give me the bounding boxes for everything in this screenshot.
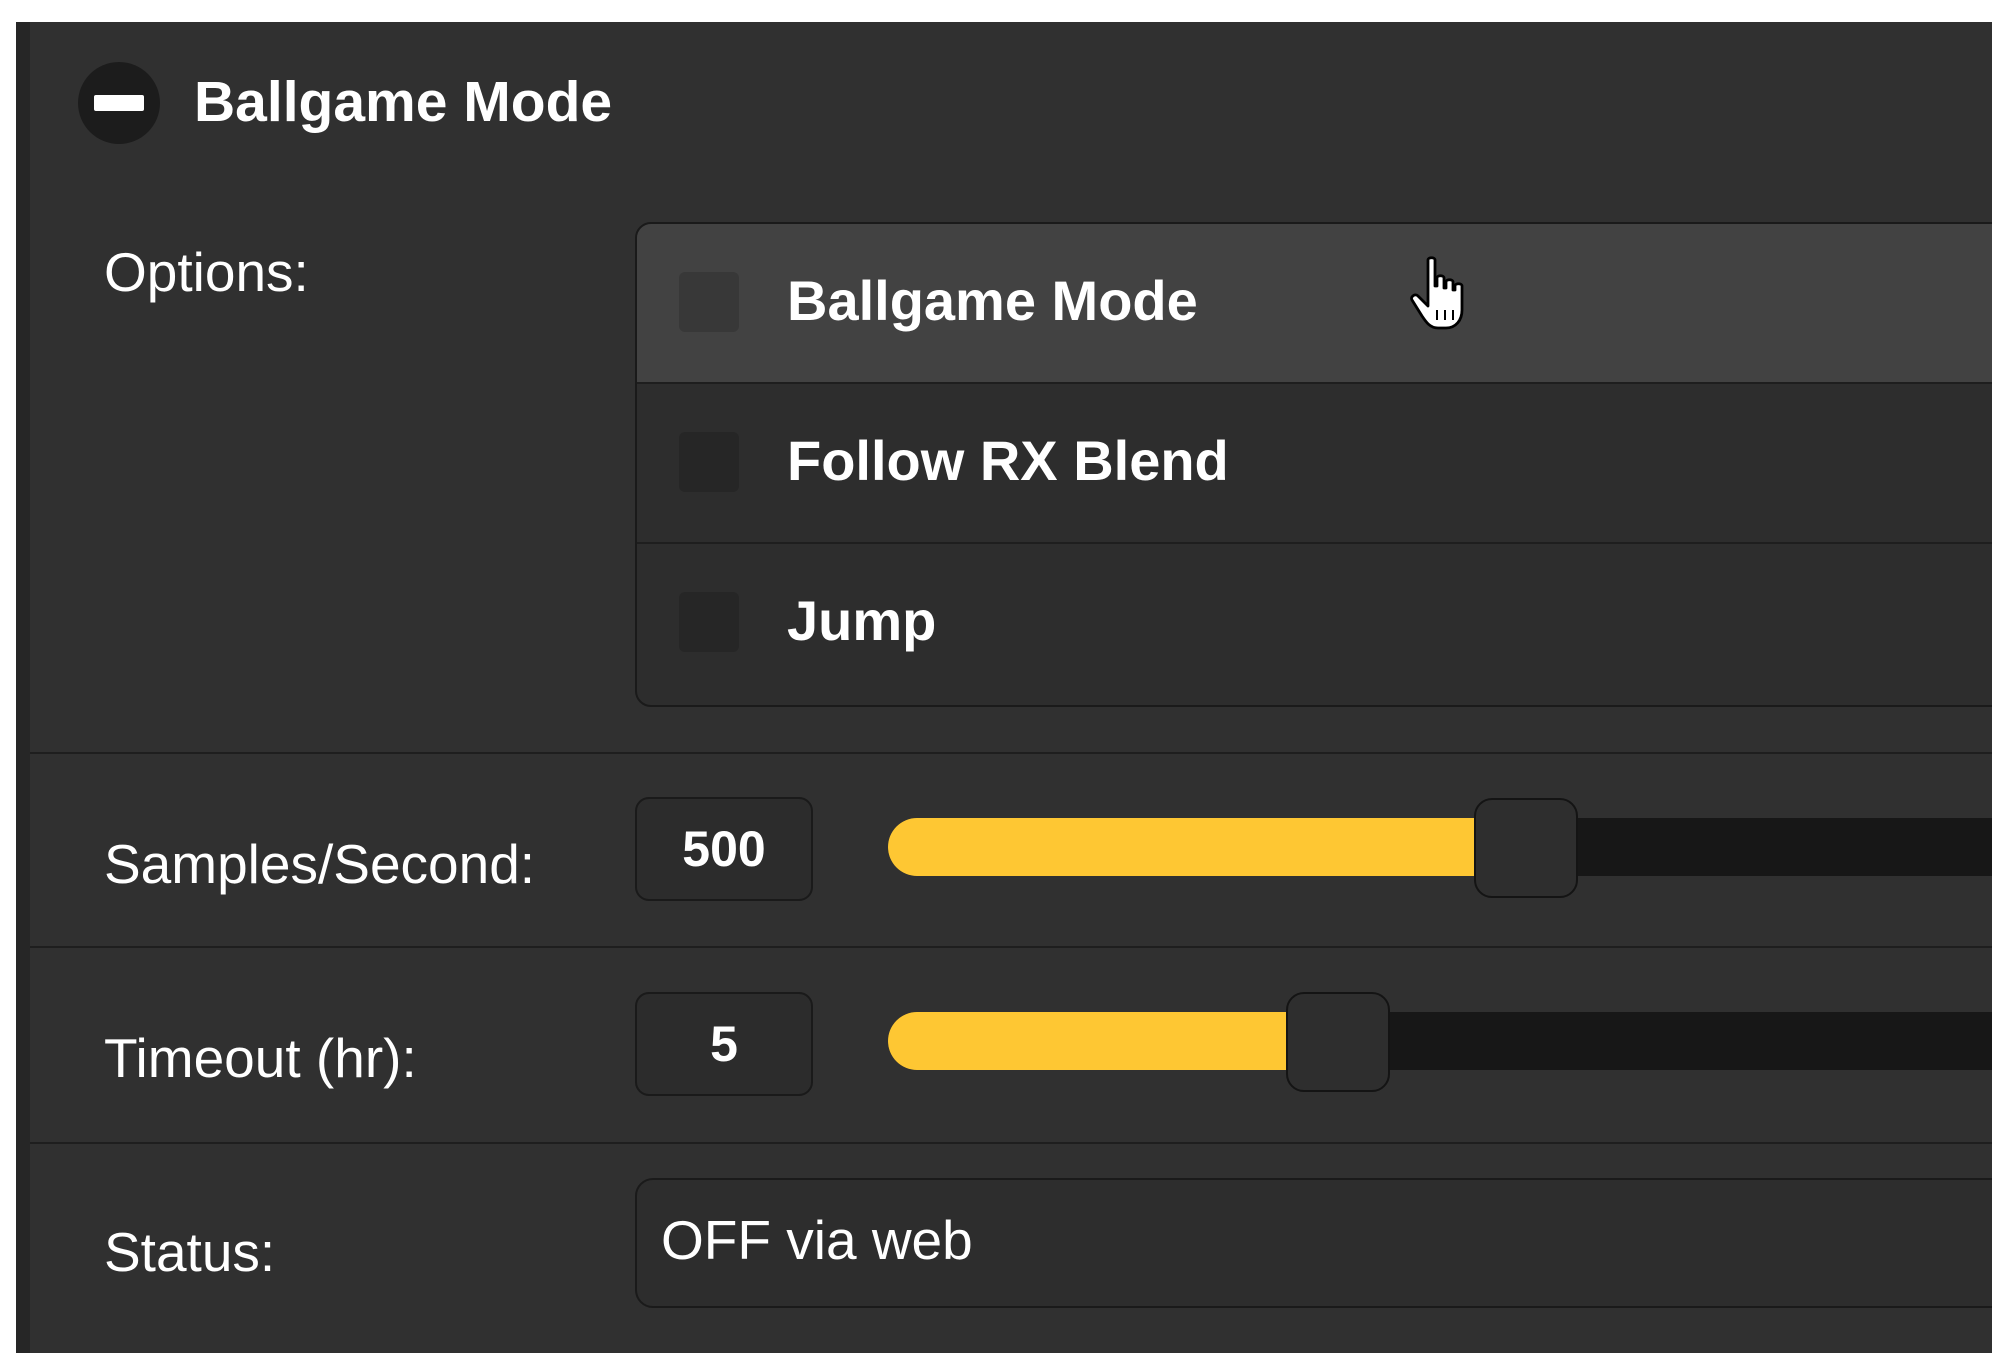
options-label: Options: bbox=[104, 241, 309, 303]
option-label: Ballgame Mode bbox=[787, 269, 1198, 332]
option-label: Follow RX Blend bbox=[787, 429, 1229, 492]
panel-title: Ballgame Mode bbox=[194, 70, 613, 134]
row-divider bbox=[30, 1142, 1992, 1144]
panel-header: Ballgame Mode bbox=[30, 22, 1992, 182]
samples-value-input[interactable]: 500 bbox=[635, 797, 813, 901]
timeout-slider[interactable] bbox=[888, 992, 1992, 1092]
samples-slider-fill bbox=[888, 818, 1527, 876]
status-field: OFF via web bbox=[635, 1178, 1992, 1308]
option-follow-rx-blend[interactable]: Follow RX Blend bbox=[637, 384, 1992, 544]
samples-slider-handle[interactable] bbox=[1474, 798, 1579, 898]
samples-label: Samples/Second: bbox=[104, 833, 536, 895]
status-value: OFF via web bbox=[661, 1209, 973, 1271]
samples-slider[interactable] bbox=[888, 798, 1992, 898]
checkbox-ballgame-mode[interactable] bbox=[679, 272, 739, 332]
timeout-value-input[interactable]: 5 bbox=[635, 992, 813, 1096]
option-label: Jump bbox=[787, 589, 937, 652]
options-list: Ballgame Mode Follow RX Blend Jump bbox=[635, 222, 1992, 707]
timeout-label: Timeout (hr): bbox=[104, 1027, 417, 1089]
checkbox-follow-rx-blend[interactable] bbox=[679, 432, 739, 492]
option-jump[interactable]: Jump bbox=[637, 544, 1992, 704]
option-ballgame-mode[interactable]: Ballgame Mode bbox=[637, 224, 1992, 384]
row-divider bbox=[30, 946, 1992, 948]
status-label: Status: bbox=[104, 1221, 276, 1283]
timeout-slider-fill bbox=[888, 1012, 1339, 1070]
timeout-slider-handle[interactable] bbox=[1286, 992, 1391, 1092]
ballgame-mode-panel: Ballgame Mode Options: Ballgame Mode Fol… bbox=[16, 22, 1992, 1353]
collapse-button[interactable] bbox=[78, 62, 160, 144]
checkbox-jump[interactable] bbox=[679, 592, 739, 652]
minus-icon bbox=[94, 95, 144, 111]
row-divider bbox=[30, 752, 1992, 754]
